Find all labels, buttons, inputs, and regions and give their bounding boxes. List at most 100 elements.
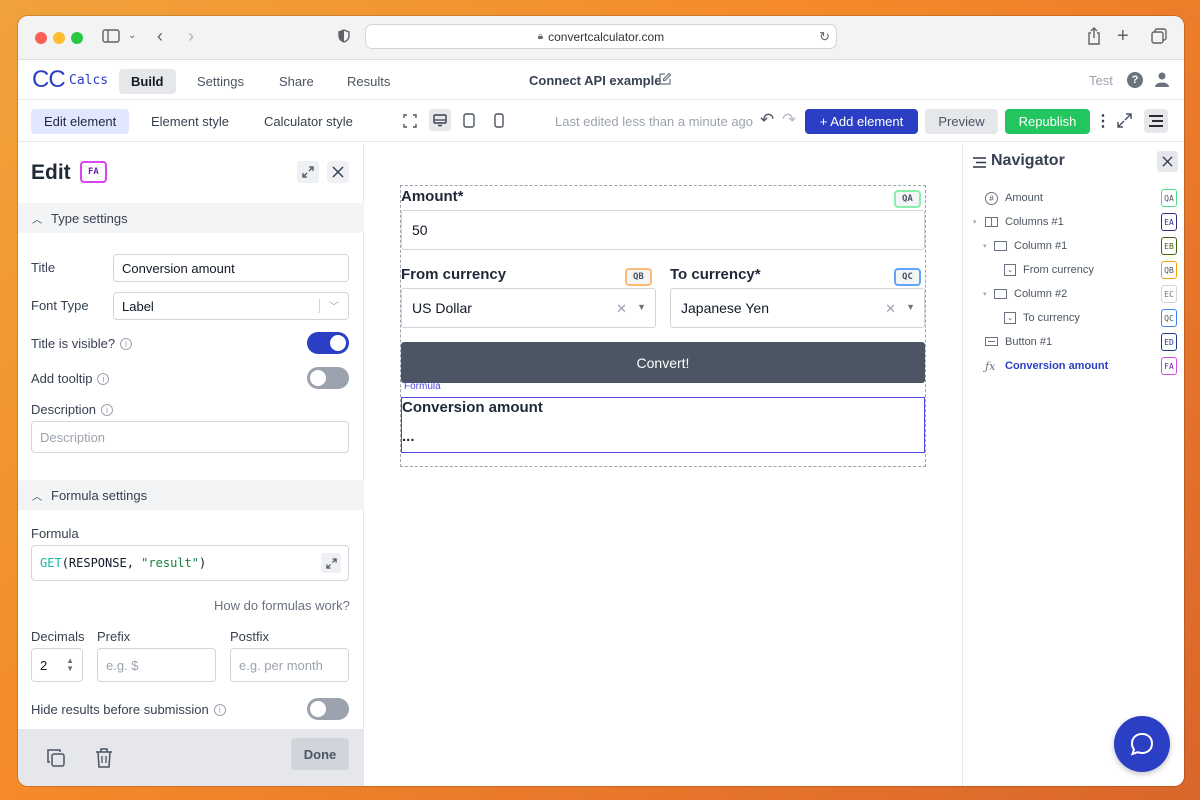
done-button[interactable]: Done: [291, 738, 349, 770]
help-icon[interactable]: ?: [1127, 72, 1143, 88]
tablet-view-icon[interactable]: [463, 113, 475, 131]
tab-settings[interactable]: Settings: [185, 69, 256, 94]
trash-icon[interactable]: [95, 748, 113, 771]
to-currency-badge[interactable]: QC: [894, 268, 921, 286]
edit-title-icon[interactable]: [658, 72, 672, 89]
hide-results-toggle[interactable]: [307, 698, 349, 720]
from-currency-badge[interactable]: QB: [625, 268, 652, 286]
title-visible-label: Title is visible?: [31, 336, 116, 351]
hide-results-label: Hide results before submission: [31, 702, 209, 717]
calculator-style-tab[interactable]: Calculator style: [251, 109, 366, 134]
navigator-toggle-icon[interactable]: [1144, 109, 1168, 133]
prefix-input[interactable]: e.g. $: [97, 648, 216, 682]
nav-badge: EC: [1161, 285, 1177, 303]
duplicate-icon[interactable]: [46, 748, 66, 771]
expand-icon[interactable]: [1116, 112, 1133, 132]
nav-item-column-1[interactable]: ▾ Column #1 EB: [963, 235, 1184, 257]
address-bar[interactable]: 🔒︎ convertcalculator.com ↻: [365, 24, 837, 49]
title-visible-toggle[interactable]: [307, 332, 349, 354]
decimals-value: 2: [40, 657, 48, 673]
description-input[interactable]: Description: [31, 421, 349, 453]
nav-item-columns-1[interactable]: ▾ Columns #1 EA: [963, 211, 1184, 233]
amount-input[interactable]: 50: [401, 210, 925, 250]
add-tooltip-toggle[interactable]: [307, 367, 349, 389]
info-icon[interactable]: i: [101, 403, 114, 416]
type-settings-label: Type settings: [51, 210, 128, 226]
chevron-down-icon[interactable]: ⌄: [128, 30, 136, 41]
nav-item-conversion-amount[interactable]: ƒx Conversion amount FA: [963, 355, 1184, 377]
mobile-view-icon[interactable]: [494, 113, 504, 131]
info-icon[interactable]: i: [213, 703, 226, 716]
nav-item-column-2[interactable]: ▾ Column #2 EC: [963, 283, 1184, 305]
calculator-title[interactable]: Connect API example: [529, 73, 661, 88]
minimize-window-button[interactable]: [53, 32, 65, 44]
tab-build[interactable]: Build: [119, 69, 176, 94]
sidebar-toggle-icon[interactable]: [102, 29, 120, 43]
stepper-arrows-icon[interactable]: ▲ ▼: [66, 657, 74, 673]
nav-item-from-currency[interactable]: ⌄ From currency QB: [963, 259, 1184, 281]
tab-overview-icon[interactable]: [1151, 28, 1167, 44]
formula-label: Formula: [31, 526, 79, 541]
clear-icon[interactable]: ✕: [885, 301, 896, 317]
zoom-window-button[interactable]: [71, 32, 83, 44]
user-avatar-icon[interactable]: [1154, 71, 1170, 90]
title-visible-row: Title is visible? i: [31, 336, 133, 351]
chat-support-button[interactable]: [1114, 716, 1170, 772]
forward-icon[interactable]: ›: [188, 26, 194, 47]
back-icon[interactable]: ‹: [157, 26, 163, 47]
close-panel-icon[interactable]: [327, 161, 349, 183]
number-field-icon: #: [985, 191, 998, 205]
logo-cc[interactable]: CC: [32, 66, 66, 94]
to-currency-select[interactable]: Japanese Yen ✕ ▼: [670, 288, 925, 328]
clear-icon[interactable]: ✕: [616, 301, 627, 317]
expand-panel-icon[interactable]: [297, 161, 319, 183]
tab-share[interactable]: Share: [267, 69, 326, 94]
formula-settings-header[interactable]: ︿ Formula settings: [18, 480, 364, 510]
conversion-amount-element[interactable]: Conversion amount ...: [401, 397, 925, 453]
more-options-icon[interactable]: ⋮: [1095, 111, 1111, 131]
republish-button[interactable]: Republish: [1005, 109, 1090, 134]
type-settings-header[interactable]: ︿ Type settings: [18, 203, 364, 233]
share-icon[interactable]: [1087, 27, 1101, 45]
expand-formula-icon[interactable]: [321, 553, 341, 573]
font-type-select[interactable]: Label ﹀: [113, 292, 349, 320]
nav-item-to-currency[interactable]: ⌄ To currency QC: [963, 307, 1184, 329]
fullscreen-view-icon[interactable]: [403, 114, 417, 131]
add-tooltip-label: Add tooltip: [31, 371, 93, 386]
dropdown-arrow-icon[interactable]: ▼: [906, 302, 915, 312]
nav-badge: QB: [1161, 261, 1177, 279]
reload-icon[interactable]: ↻: [819, 29, 830, 45]
privacy-shield-icon[interactable]: [338, 29, 350, 43]
info-icon[interactable]: i: [97, 372, 110, 385]
nav-item-button-1[interactable]: Button #1 ED: [963, 331, 1184, 353]
postfix-input[interactable]: e.g. per month: [230, 648, 349, 682]
decimals-stepper[interactable]: 2 ▲ ▼: [31, 648, 83, 682]
new-tab-icon[interactable]: +: [1117, 25, 1129, 48]
edit-element-tab[interactable]: Edit element: [31, 109, 130, 134]
how-formulas-link[interactable]: How do formulas work?: [214, 598, 350, 613]
close-window-button[interactable]: [35, 32, 47, 44]
redo-icon[interactable]: ↷: [782, 110, 796, 130]
chevron-up-icon: ︿: [32, 491, 42, 503]
title-input[interactable]: Conversion amount: [113, 254, 349, 282]
dropdown-arrow-icon[interactable]: ▼: [637, 302, 646, 312]
nav-item-amount[interactable]: # Amount QA: [963, 187, 1184, 209]
browser-window: ⌄ ‹ › 🔒︎ convertcalculator.com ↻ + CC Ca…: [18, 16, 1184, 786]
preview-button[interactable]: Preview: [925, 109, 998, 134]
nav-badge: ED: [1161, 333, 1177, 351]
decimals-label: Decimals: [31, 629, 85, 644]
convert-button[interactable]: Convert!: [401, 342, 925, 383]
desktop-view-icon[interactable]: [429, 109, 451, 131]
amount-badge[interactable]: QA: [894, 190, 921, 208]
formula-editor[interactable]: GET (RESPONSE, "result"): [31, 545, 349, 581]
undo-icon[interactable]: ↶: [760, 110, 774, 130]
tab-results[interactable]: Results: [335, 69, 402, 94]
from-currency-select[interactable]: US Dollar ✕ ▼: [401, 288, 656, 328]
editor-toolbar: Edit element Element style Calculator st…: [18, 100, 1184, 142]
info-icon[interactable]: i: [120, 337, 133, 350]
close-navigator-icon[interactable]: [1157, 151, 1178, 172]
user-name: Test: [1089, 73, 1113, 88]
element-style-tab[interactable]: Element style: [138, 109, 242, 134]
add-element-button[interactable]: + Add element: [805, 109, 918, 134]
from-currency-label: From currency: [401, 266, 507, 283]
